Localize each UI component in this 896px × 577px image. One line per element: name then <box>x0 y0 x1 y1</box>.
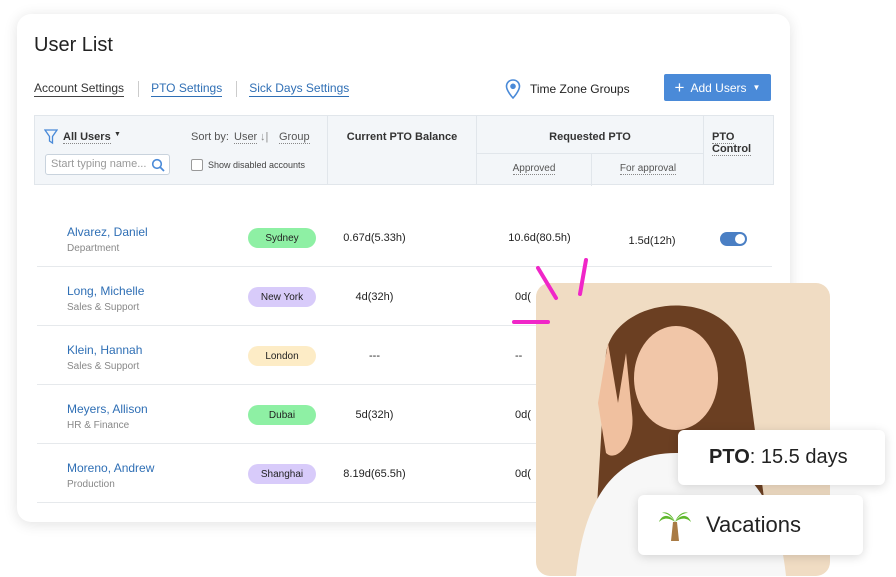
show-disabled-checkbox[interactable] <box>191 159 203 171</box>
pto-balance-card: PTO: 15.5 days <box>678 430 885 485</box>
user-department: Sales & Support <box>67 361 140 372</box>
all-users-dropdown[interactable]: All Users <box>63 131 111 144</box>
tab-pto-settings[interactable]: PTO Settings <box>151 81 223 97</box>
sort-group-option[interactable]: Group <box>279 131 310 144</box>
approved-cell: 10.6d(80.5h) <box>508 232 571 244</box>
user-department: Production <box>67 479 115 490</box>
add-users-button[interactable]: + Add Users ▼ <box>664 74 771 101</box>
location-badge: Sydney <box>248 228 316 248</box>
show-disabled-label: Show disabled accounts <box>208 160 306 170</box>
current-balance-cell: 4d(32h) <box>355 291 394 303</box>
time-zone-groups-link[interactable]: Time Zone Groups <box>505 79 630 99</box>
pto-control-header: PTO Control <box>712 131 752 156</box>
pto-card-value: : 15.5 days <box>749 446 848 468</box>
for-approval-cell: 1.5d(12h) <box>628 235 676 247</box>
user-department: HR & Finance <box>67 420 130 431</box>
table-header: All Users ▼ Start typing name... Sort by… <box>34 115 774 186</box>
approved-cell: 0d( <box>515 409 531 421</box>
search-input[interactable]: Start typing name... <box>45 154 170 175</box>
plus-icon: + <box>674 77 685 97</box>
location-badge: London <box>248 346 316 366</box>
user-name-link[interactable]: Meyers, Allison <box>67 402 148 416</box>
vacations-card: Vacations <box>638 495 863 555</box>
pto-control-toggle[interactable] <box>720 232 747 246</box>
sort-user-option[interactable]: User <box>234 131 258 144</box>
user-name-link[interactable]: Alvarez, Daniel <box>67 225 148 239</box>
pto-card-label: PTO <box>709 446 750 468</box>
settings-tabs: Account Settings PTO Settings Sick Days … <box>34 81 363 97</box>
user-department: Department <box>67 243 120 254</box>
current-balance-cell: 5d(32h) <box>355 409 394 421</box>
approved-header: Approved <box>512 163 556 175</box>
approved-cell: -- <box>515 350 523 362</box>
tab-sick-days-settings[interactable]: Sick Days Settings <box>249 81 350 97</box>
user-name-link[interactable]: Long, Michelle <box>67 284 144 298</box>
location-badge: Dubai <box>248 405 316 425</box>
for-approval-header: For approval <box>619 163 677 175</box>
time-zone-groups-label: Time Zone Groups <box>530 82 630 96</box>
page-title: User List <box>34 34 113 56</box>
current-balance-cell: 0.67d(5.33h) <box>343 232 406 244</box>
add-users-label: Add Users <box>690 80 747 95</box>
caret-down-icon: ▼ <box>752 83 761 92</box>
location-badge: Shanghai <box>248 464 316 484</box>
palm-tree-icon <box>659 512 691 541</box>
user-department: Sales & Support <box>67 302 140 313</box>
location-badge: New York <box>248 287 316 307</box>
current-balance-cell: 8.19d(65.5h) <box>343 468 406 480</box>
user-name-link[interactable]: Moreno, Andrew <box>67 461 154 475</box>
current-pto-balance-header: Current PTO Balance <box>328 116 477 184</box>
tab-account-settings[interactable]: Account Settings <box>34 81 125 97</box>
current-balance-cell: --- <box>369 350 380 362</box>
filter-icon <box>44 129 58 145</box>
sparkle-lines-decoration <box>512 258 588 324</box>
requested-pto-header: Requested PTO <box>477 116 703 154</box>
vacations-label: Vacations <box>706 512 801 537</box>
sort-by-label: Sort by: <box>191 131 229 143</box>
search-icon <box>151 158 165 172</box>
user-name-link[interactable]: Klein, Hannah <box>67 343 142 357</box>
table-row: Alvarez, Daniel Department Sydney 0.67d(… <box>37 208 772 267</box>
location-pin-icon <box>505 79 521 99</box>
approved-cell: 0d( <box>515 468 531 480</box>
